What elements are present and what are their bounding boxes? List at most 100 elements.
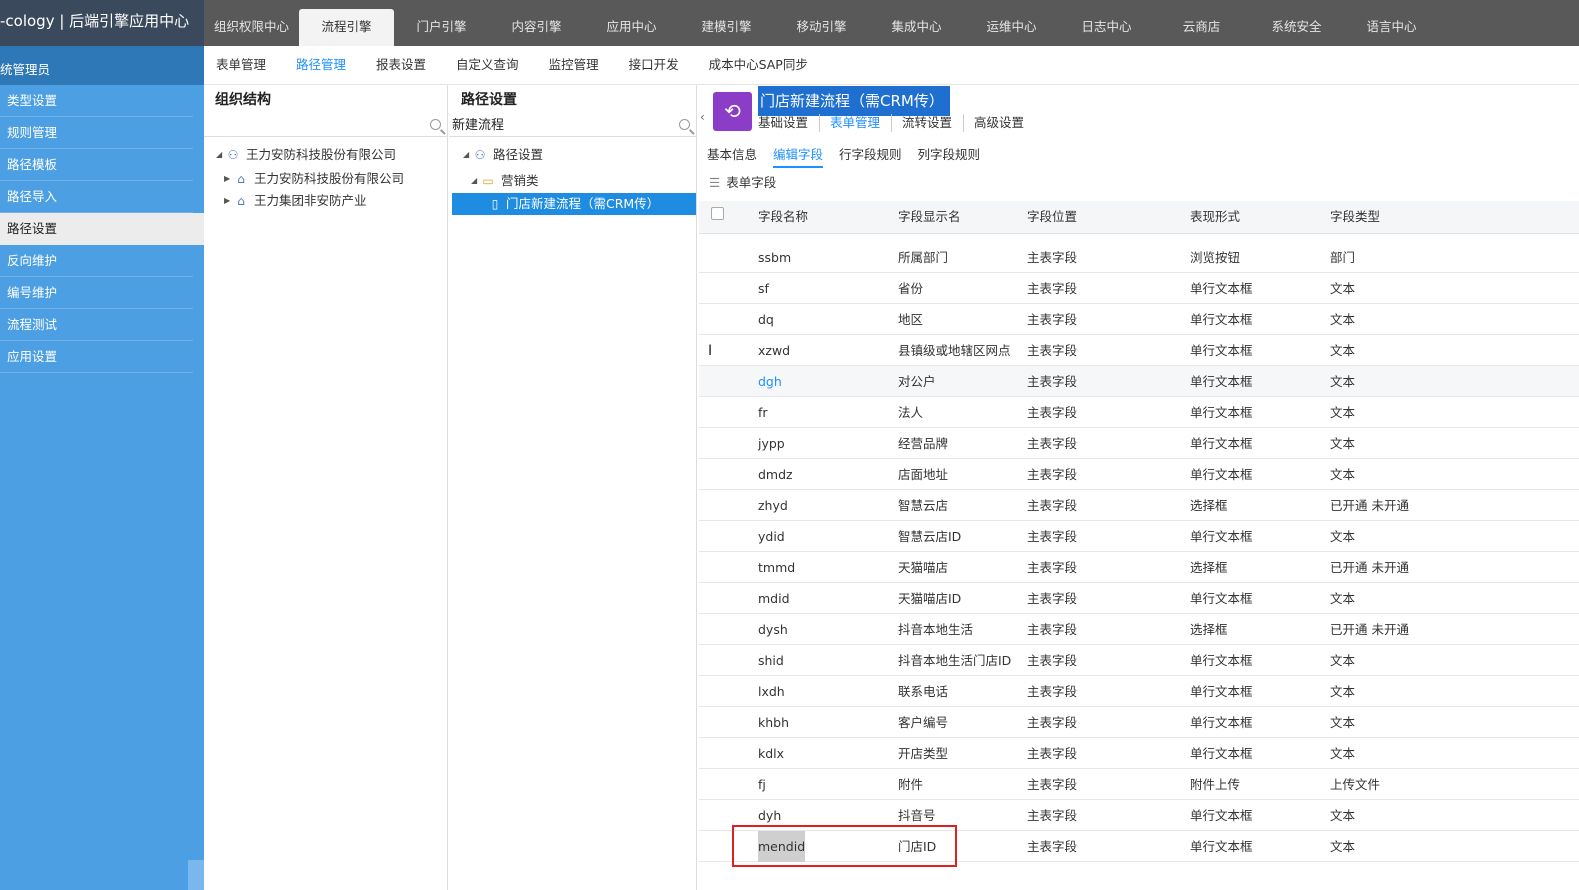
top-tab[interactable]: 集成中心 bbox=[869, 0, 964, 46]
org-tree-node[interactable]: ▶ ⌂ 王力安防科技股份有限公司 bbox=[216, 167, 447, 191]
table-cell[interactable]: kdlx bbox=[758, 738, 784, 769]
sidebar-scrollbar[interactable] bbox=[188, 860, 204, 890]
sidebar-item[interactable]: 反向维护 bbox=[0, 245, 193, 277]
column-header[interactable]: 字段位置 bbox=[1027, 201, 1077, 232]
table-row[interactable]: fr 法人 主表字段 单行文本框 文本 bbox=[699, 397, 1579, 428]
table-cell[interactable]: shid bbox=[758, 645, 784, 676]
table-cell[interactable]: dgh bbox=[758, 366, 782, 397]
top-tab[interactable]: 门户引擎 bbox=[394, 0, 489, 46]
org-search-input[interactable] bbox=[204, 115, 447, 137]
table-row[interactable]: khbh 客户编号 主表字段 单行文本框 文本 bbox=[699, 707, 1579, 738]
top-tab[interactable]: 日志中心 bbox=[1059, 0, 1154, 46]
table-cell[interactable]: lxdh bbox=[758, 676, 785, 707]
top-tab[interactable]: 移动引擎 bbox=[774, 0, 869, 46]
form-subtab[interactable]: 列字段规则 bbox=[918, 146, 981, 168]
table-row[interactable]: ydid 智慧云店ID 主表字段 单行文本框 文本 bbox=[699, 521, 1579, 552]
top-tab[interactable]: 系统安全 bbox=[1249, 0, 1344, 46]
top-tab[interactable]: 运维中心 bbox=[964, 0, 1059, 46]
search-icon[interactable] bbox=[430, 119, 441, 130]
table-cell[interactable]: dq bbox=[758, 304, 774, 335]
sidebar-item[interactable]: 路径模板 bbox=[0, 149, 193, 181]
sub-tab[interactable]: 路径管理 bbox=[296, 46, 346, 84]
column-header[interactable]: 表现形式 bbox=[1190, 201, 1240, 232]
table-cell[interactable]: mdid bbox=[758, 583, 790, 614]
table-row[interactable]: fj 附件 主表字段 附件上传 上传文件 bbox=[699, 769, 1579, 800]
sidebar-item[interactable]: 路径导入 bbox=[0, 181, 193, 213]
org-tree-node[interactable]: ▶ ⌂ 王力集团非安防产业 bbox=[216, 189, 447, 213]
table-cell[interactable]: dmdz bbox=[758, 459, 793, 490]
sidebar-item[interactable]: 流程测试 bbox=[0, 309, 193, 341]
table-cell: 单行文本框 bbox=[1190, 591, 1253, 606]
sidebar-item[interactable]: 规则管理 bbox=[0, 117, 193, 149]
table-cell[interactable]: khbh bbox=[758, 707, 789, 738]
table-cell[interactable]: dysh bbox=[758, 614, 788, 645]
table-row[interactable]: xzwd 县镇级或地辖区网点 主表字段 单行文本框 文本 bbox=[699, 335, 1579, 366]
table-row[interactable]: zhyd 智慧云店 主表字段 选择框 已开通 未开通 bbox=[699, 490, 1579, 521]
table-row[interactable]: sf 省份 主表字段 单行文本框 文本 bbox=[699, 273, 1579, 304]
sidebar-item[interactable]: 类型设置 bbox=[0, 85, 193, 117]
table-row[interactable]: shid 抖音本地生活门店ID 主表字段 单行文本框 文本 bbox=[699, 645, 1579, 676]
table-row[interactable]: jypp 经营品牌 主表字段 单行文本框 文本 bbox=[699, 428, 1579, 459]
top-tab[interactable]: 云商店 bbox=[1154, 0, 1249, 46]
table-row[interactable]: dmdz 店面地址 主表字段 单行文本框 文本 bbox=[699, 459, 1579, 490]
table-cell: 文本 bbox=[1330, 281, 1356, 296]
table-row[interactable]: tmmd 天猫喵店 主表字段 选择框 已开通 未开通 bbox=[699, 552, 1579, 583]
path-tree-node[interactable]: ◢ ▭ 营销类 bbox=[449, 169, 696, 193]
sub-tab[interactable]: 自定义查询 bbox=[456, 46, 519, 84]
sidebar-item[interactable]: 编号维护 bbox=[0, 277, 193, 309]
table-cell: 文本 bbox=[1330, 529, 1356, 544]
table-cell[interactable]: fr bbox=[758, 397, 768, 428]
expand-arrow-icon[interactable]: ▶ bbox=[224, 189, 234, 213]
select-all-checkbox[interactable] bbox=[711, 207, 724, 220]
form-subtab[interactable]: 编辑字段 bbox=[773, 146, 824, 168]
sidebar: 统管理员 类型设置 规则管理 路径模板 路径导入 路径设置 反向维护 编号维护 流程测试 应用设… bbox=[0, 46, 204, 890]
table-cell[interactable]: fj bbox=[758, 769, 766, 800]
top-tab[interactable]: 组织权限中心 bbox=[204, 0, 299, 46]
form-subtab[interactable]: 行字段规则 bbox=[839, 146, 902, 168]
workflow-tab[interactable]: 基础设置 bbox=[758, 114, 821, 132]
top-tab[interactable]: 建模引擎 bbox=[679, 0, 774, 46]
table-cell[interactable]: ssbm bbox=[758, 242, 791, 273]
sub-tab[interactable]: 报表设置 bbox=[376, 46, 426, 84]
column-header[interactable]: 字段名称 bbox=[758, 201, 808, 232]
table-cell[interactable]: tmmd bbox=[758, 552, 795, 583]
table-row[interactable]: dgh 对公户 主表字段 单行文本框 文本 bbox=[699, 366, 1579, 397]
path-tree-node-selected[interactable]: ▯ 门店新建流程（需CRM传） bbox=[452, 193, 696, 215]
path-search-input[interactable]: 新建流程 bbox=[449, 115, 696, 137]
path-tree-root[interactable]: ◢ ⚇ 路径设置 bbox=[449, 143, 696, 167]
top-tab[interactable]: 内容引擎 bbox=[489, 0, 584, 46]
sub-tab[interactable]: 接口开发 bbox=[629, 46, 679, 84]
workflow-tab[interactable]: 表单管理 bbox=[830, 114, 893, 132]
table-row[interactable]: mdid 天猫喵店ID 主表字段 单行文本框 文本 bbox=[699, 583, 1579, 614]
table-row[interactable]: lxdh 联系电话 主表字段 单行文本框 文本 bbox=[699, 676, 1579, 707]
collapse-panel-icon[interactable]: ‹ bbox=[700, 110, 705, 124]
sub-tab[interactable]: 监控管理 bbox=[549, 46, 599, 84]
column-header[interactable]: 字段类型 bbox=[1330, 201, 1380, 232]
table-cell[interactable]: zhyd bbox=[758, 490, 788, 521]
table-cell[interactable]: jypp bbox=[758, 428, 785, 459]
workflow-tab[interactable]: 高级设置 bbox=[974, 114, 1035, 132]
table-cell[interactable]: sf bbox=[758, 273, 769, 304]
expand-arrow-icon[interactable]: ▶ bbox=[224, 167, 234, 191]
sidebar-item[interactable]: 应用设置 bbox=[0, 341, 193, 373]
collapse-arrow-icon[interactable]: ◢ bbox=[463, 143, 473, 167]
table-cell[interactable]: xzwd bbox=[758, 335, 790, 366]
table-cell[interactable]: ydid bbox=[758, 521, 785, 552]
top-tab[interactable]: 流程引擎 bbox=[299, 9, 394, 46]
collapse-arrow-icon[interactable]: ◢ bbox=[216, 143, 226, 167]
column-header[interactable]: 字段显示名 bbox=[898, 201, 961, 232]
top-tab[interactable]: 应用中心 bbox=[584, 0, 679, 46]
search-icon[interactable] bbox=[679, 119, 690, 130]
table-row[interactable]: dq 地区 主表字段 单行文本框 文本 bbox=[699, 304, 1579, 335]
collapse-arrow-icon[interactable]: ◢ bbox=[471, 169, 481, 193]
sub-tab[interactable]: 表单管理 bbox=[216, 46, 266, 84]
top-tab[interactable]: 语言中心 bbox=[1344, 0, 1439, 46]
table-row[interactable]: kdlx 开店类型 主表字段 单行文本框 文本 bbox=[699, 738, 1579, 769]
form-subtab[interactable]: 基本信息 bbox=[707, 146, 757, 168]
sidebar-item[interactable]: 路径设置 bbox=[0, 213, 204, 245]
workflow-tab[interactable]: 流转设置 bbox=[902, 114, 965, 132]
sub-tab[interactable]: 成本中心SAP同步 bbox=[709, 46, 808, 84]
org-tree-root[interactable]: ◢ ⚇ 王力安防科技股份有限公司 bbox=[216, 143, 447, 167]
table-row[interactable]: ssbm 所属部门 主表字段 浏览按钮 部门 bbox=[699, 242, 1579, 273]
table-row[interactable]: dysh 抖音本地生活 主表字段 选择框 已开通 未开通 bbox=[699, 614, 1579, 645]
